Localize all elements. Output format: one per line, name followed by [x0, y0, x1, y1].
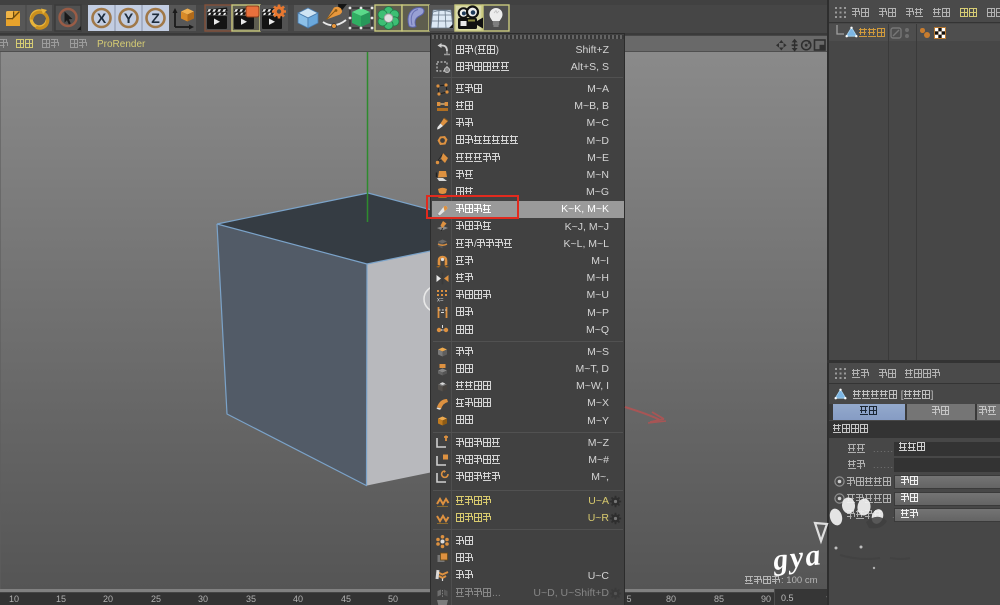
svg-text:Z: Z: [151, 10, 160, 26]
svg-text:Y: Y: [124, 10, 134, 26]
svg-text:X: X: [97, 10, 107, 26]
svg-text:x=: x=: [437, 297, 444, 303]
